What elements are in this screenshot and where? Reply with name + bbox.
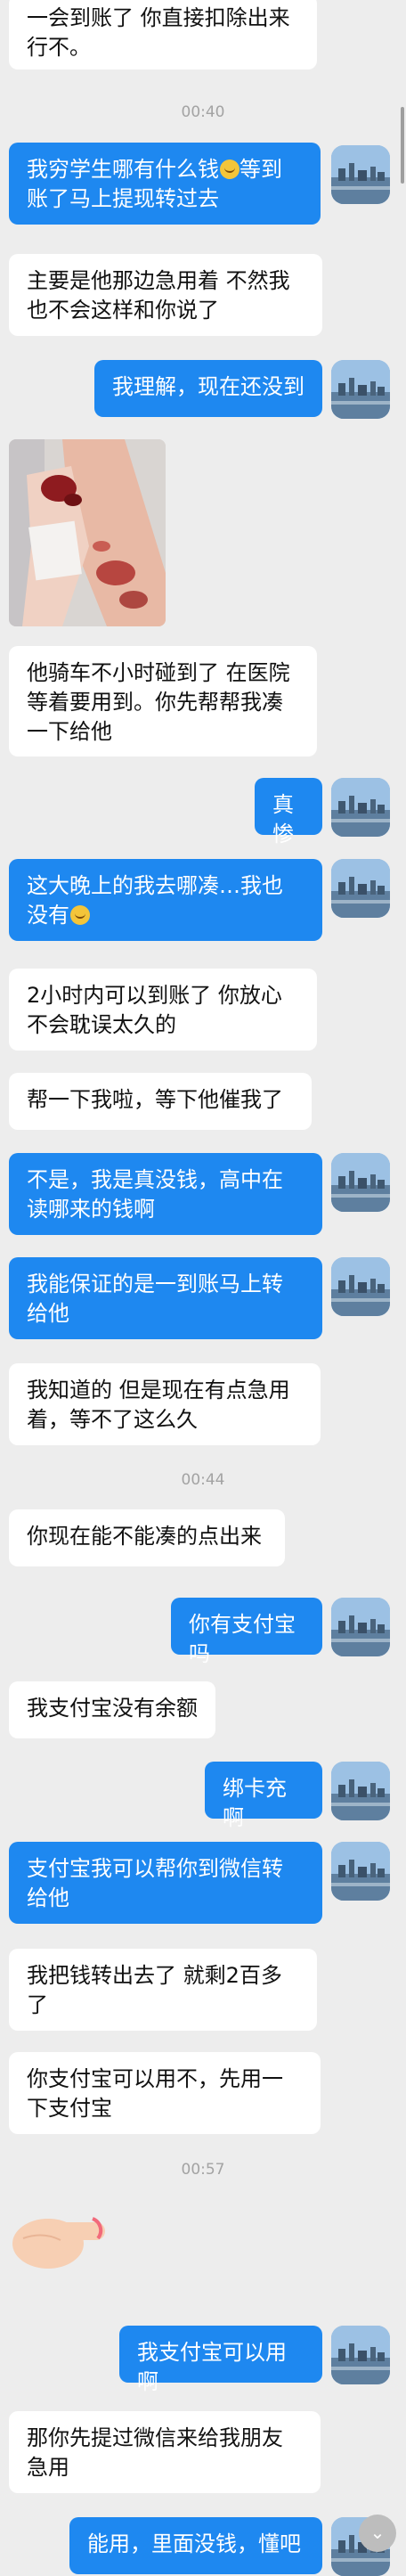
message-text: 不是，我是真没钱，高中在: [27, 1167, 283, 1192]
injury-photo-image: [9, 439, 166, 626]
message-text: 也不会这样和你说了: [27, 298, 219, 323]
message-text: 支付宝我可以帮你到微信转: [27, 1856, 283, 1881]
avatar-city-skyline: [331, 1598, 390, 1656]
message-sent[interactable]: 能用，里面没钱，懂吧: [69, 2517, 322, 2574]
message-received[interactable]: 你支付宝可以用不，先用一 下支付宝: [9, 2052, 321, 2134]
message-text: 着，等不了这么久: [27, 1407, 198, 1432]
message-text: 等到: [240, 157, 282, 182]
message-text: 我支付宝没有余额: [27, 1696, 198, 1721]
message-received[interactable]: 他骑车不小时碰到了 在医院 等着要用到。你先帮帮我凑 一下给他: [9, 646, 317, 756]
message-received[interactable]: 一会到账了 你直接扣除出来 行不。: [9, 0, 317, 70]
message-text: 给他: [27, 1885, 69, 1910]
message-sent[interactable]: 我支付宝可以用啊: [119, 2326, 322, 2394]
message-text: 急用: [27, 2455, 69, 2480]
message-text: 不会耽误太久的: [27, 1012, 176, 1037]
avatar[interactable]: [331, 1842, 390, 1901]
chevron-down-icon[interactable]: ⌄: [359, 2515, 396, 2552]
message-text: 2小时内可以到账了 你放心: [27, 983, 282, 1008]
message-received[interactable]: 你现在能不能凑的点出来: [9, 1509, 285, 1566]
avatar-city-skyline: [331, 859, 390, 918]
message-received[interactable]: 我支付宝没有余额: [9, 1681, 215, 1738]
message-text: 给他: [27, 1301, 69, 1326]
message-text: 能用，里面没钱，懂吧: [87, 2531, 301, 2556]
avatar[interactable]: [331, 145, 390, 204]
injury-photo[interactable]: [9, 439, 166, 626]
scrollbar[interactable]: [401, 107, 404, 184]
message-text: 等着要用到。你先帮帮我凑: [27, 690, 283, 715]
message-text: 一下给他: [27, 719, 112, 744]
avatar[interactable]: [331, 1598, 390, 1656]
message-text: 一会到账了 你直接扣除出来: [27, 5, 290, 30]
message-received[interactable]: 我把钱转出去了 就剩2百多 了: [9, 1949, 317, 2031]
message-text: 了: [27, 1992, 48, 2017]
grinning-sweat-emoji: [70, 905, 90, 925]
avatar-city-skyline: [331, 1762, 390, 1820]
avatar[interactable]: [331, 1257, 390, 1316]
message-text: 账了马上提现转过去: [27, 186, 219, 211]
message-text: 主要是他那边急用着 不然我: [27, 268, 290, 293]
message-text: 你有支付宝吗: [189, 1612, 296, 1666]
avatar[interactable]: [331, 778, 390, 837]
avatar[interactable]: [331, 2326, 390, 2384]
message-sent[interactable]: 绑卡充啊: [205, 1762, 322, 1830]
message-sent[interactable]: 我穷学生哪有什么钱 等到 账了马上提现转过去: [9, 143, 321, 225]
message-text: 我能保证的是一到账马上转: [27, 1272, 283, 1296]
message-text: 真惨: [272, 792, 294, 846]
message-text: 绑卡充啊: [223, 1776, 287, 1830]
message-text: 我理解，现在还没到: [112, 374, 304, 399]
timestamp: 00:57: [181, 2161, 225, 2179]
grinning-sweat-emoji: [220, 159, 240, 179]
message-text: 我支付宝可以用啊: [137, 2340, 287, 2394]
avatar-city-skyline: [331, 2326, 390, 2384]
message-received[interactable]: 主要是他那边急用着 不然我 也不会这样和你说了: [9, 254, 322, 336]
message-sent[interactable]: 我能保证的是一到账马上转 给他: [9, 1257, 322, 1339]
avatar[interactable]: [331, 859, 390, 918]
timestamp: 00:44: [181, 1471, 225, 1489]
message-received[interactable]: 我知道的 但是现在有点急用 着，等不了这么久: [9, 1363, 321, 1445]
message-sent[interactable]: 我理解，现在还没到: [94, 360, 322, 417]
message-text: 行不。: [27, 35, 91, 60]
message-received[interactable]: 那你先提过微信来给我朋友 急用: [9, 2411, 321, 2493]
avatar-city-skyline: [331, 360, 390, 419]
message-text: 读哪来的钱啊: [27, 1197, 155, 1222]
message-text: 这大晚上的我去哪凑…我也: [27, 873, 283, 898]
avatar[interactable]: [331, 1762, 390, 1820]
pointing-hand-sticker[interactable]: [7, 2199, 114, 2279]
message-text: 我穷学生哪有什么钱: [27, 157, 219, 182]
chat-view[interactable]: 一会到账了 你直接扣除出来 行不。 00:40 我穷学生哪有什么钱 等到 账了马上…: [0, 0, 406, 2576]
avatar[interactable]: [331, 360, 390, 419]
avatar-city-skyline: [331, 1257, 390, 1316]
message-text: 你现在能不能凑的点出来: [27, 1524, 262, 1549]
message-text: 我知道的 但是现在有点急用: [27, 1378, 290, 1402]
avatar-city-skyline: [331, 778, 390, 837]
message-sent[interactable]: 真惨: [255, 778, 322, 846]
message-sent[interactable]: 不是，我是真没钱，高中在 读哪来的钱啊: [9, 1153, 322, 1235]
avatar-city-skyline: [331, 145, 390, 204]
timestamp: 00:40: [181, 103, 225, 121]
avatar-city-skyline: [331, 1153, 390, 1212]
message-text: 你支付宝可以用不，先用一: [27, 2066, 283, 2091]
avatar-city-skyline: [331, 1842, 390, 1901]
message-text: 我把钱转出去了 就剩2百多: [27, 1963, 282, 1988]
message-text: 没有: [27, 903, 69, 928]
message-text: 帮一下我啦，等下他催我了: [27, 1087, 283, 1112]
message-sent[interactable]: 你有支付宝吗: [171, 1598, 322, 1666]
avatar[interactable]: [331, 1153, 390, 1212]
message-sent[interactable]: 支付宝我可以帮你到微信转 给他: [9, 1842, 322, 1924]
message-text: 那你先提过微信来给我朋友: [27, 2425, 283, 2450]
message-received[interactable]: 帮一下我啦，等下他催我了: [9, 1073, 312, 1130]
message-text: 下支付宝: [27, 2096, 112, 2121]
message-received[interactable]: 2小时内可以到账了 你放心 不会耽误太久的: [9, 969, 317, 1051]
message-text: 他骑车不小时碰到了 在医院: [27, 660, 290, 685]
message-sent[interactable]: 这大晚上的我去哪凑…我也 没有: [9, 859, 322, 941]
